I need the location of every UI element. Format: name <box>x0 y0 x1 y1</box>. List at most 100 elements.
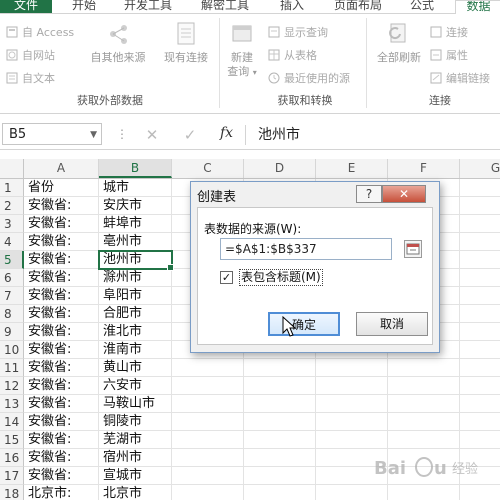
empty-cell[interactable] <box>460 341 500 359</box>
tab-page-layout[interactable]: 页面布局 <box>334 0 390 13</box>
row-header[interactable]: 5 <box>0 251 24 269</box>
row-header[interactable]: 3 <box>0 215 24 233</box>
empty-cell[interactable] <box>172 431 244 449</box>
cell-a[interactable]: 北京市: <box>24 485 99 500</box>
connections-button[interactable]: 连接 <box>430 24 468 41</box>
row-header[interactable]: 6 <box>0 269 24 287</box>
empty-cell[interactable] <box>460 269 500 287</box>
cell-a[interactable]: 安徽省: <box>24 287 99 305</box>
column-header-d[interactable]: D <box>244 159 316 178</box>
cell-b[interactable]: 淮北市 <box>99 323 172 341</box>
recent-sources-button[interactable]: 最近使用的源 <box>268 70 350 87</box>
empty-cell[interactable] <box>244 413 316 431</box>
cell-a[interactable]: 安徽省: <box>24 359 99 377</box>
cell-b[interactable]: 淮南市 <box>99 341 172 359</box>
row-header[interactable]: 16 <box>0 449 24 467</box>
empty-cell[interactable] <box>388 359 460 377</box>
empty-cell[interactable] <box>460 395 500 413</box>
empty-cell[interactable] <box>388 377 460 395</box>
cancel-button[interactable]: 取消 <box>356 312 428 336</box>
row-header[interactable]: 2 <box>0 197 24 215</box>
chevron-down-icon[interactable]: ▼ <box>90 124 97 146</box>
cell-a[interactable]: 安徽省: <box>24 395 99 413</box>
empty-cell[interactable] <box>388 485 460 500</box>
row-header[interactable]: 14 <box>0 413 24 431</box>
cell-b[interactable]: 安庆市 <box>99 197 172 215</box>
formula-bar-grip-icon[interactable]: ⋮ <box>116 127 128 141</box>
row-header[interactable]: 8 <box>0 305 24 323</box>
cell-a[interactable]: 安徽省: <box>24 197 99 215</box>
enter-formula-icon[interactable]: ✓ <box>180 125 200 145</box>
row-header[interactable]: 15 <box>0 431 24 449</box>
existing-connections-button[interactable]: 现有连接 <box>158 20 214 65</box>
cell-b[interactable]: 蚌埠市 <box>99 215 172 233</box>
refresh-all-button[interactable]: 全部刷新 <box>372 20 426 65</box>
empty-cell[interactable] <box>244 467 316 485</box>
tab-insert[interactable]: 插入 <box>280 0 310 13</box>
cell-b[interactable]: 黄山市 <box>99 359 172 377</box>
empty-cell[interactable] <box>388 431 460 449</box>
empty-cell[interactable] <box>460 251 500 269</box>
has-headers-label[interactable]: 表包含标题(M) <box>239 269 323 286</box>
cell-a[interactable]: 安徽省: <box>24 215 99 233</box>
empty-cell[interactable] <box>460 179 500 197</box>
cell-a[interactable]: 安徽省: <box>24 251 99 269</box>
tab-decrypt-tools[interactable]: 解密工具 <box>201 0 257 13</box>
cell-a[interactable]: 省份 <box>24 179 99 197</box>
empty-cell[interactable] <box>388 395 460 413</box>
row-header[interactable]: 12 <box>0 377 24 395</box>
properties-button[interactable]: 属性 <box>430 47 468 64</box>
cell-a[interactable]: 安徽省: <box>24 269 99 287</box>
cell-a[interactable]: 安徽省: <box>24 467 99 485</box>
column-header-c[interactable]: C <box>172 159 244 178</box>
empty-cell[interactable] <box>460 233 500 251</box>
empty-cell[interactable] <box>316 359 388 377</box>
row-header[interactable]: 4 <box>0 233 24 251</box>
empty-cell[interactable] <box>244 431 316 449</box>
empty-cell[interactable] <box>172 467 244 485</box>
row-header[interactable]: 17 <box>0 467 24 485</box>
tab-data[interactable]: 数据 <box>455 0 500 14</box>
empty-cell[interactable] <box>172 359 244 377</box>
has-headers-checkbox[interactable]: ✓ <box>220 271 233 284</box>
empty-cell[interactable] <box>460 197 500 215</box>
formula-input[interactable]: 池州市 <box>258 125 300 145</box>
empty-cell[interactable] <box>244 449 316 467</box>
cell-b[interactable]: 铜陵市 <box>99 413 172 431</box>
edit-links-button[interactable]: 编辑链接 <box>430 70 490 87</box>
row-header[interactable]: 11 <box>0 359 24 377</box>
empty-cell[interactable] <box>316 431 388 449</box>
empty-cell[interactable] <box>316 377 388 395</box>
cell-b[interactable]: 芜湖市 <box>99 431 172 449</box>
select-all-corner[interactable] <box>0 159 24 178</box>
empty-cell[interactable] <box>244 395 316 413</box>
tab-formulas[interactable]: 公式 <box>410 0 440 13</box>
empty-cell[interactable] <box>388 413 460 431</box>
empty-cell[interactable] <box>460 485 500 500</box>
cell-b[interactable]: 滁州市 <box>99 269 172 287</box>
empty-cell[interactable] <box>460 323 500 341</box>
empty-cell[interactable] <box>316 485 388 500</box>
close-button[interactable]: ✕ <box>382 185 426 203</box>
row-header[interactable]: 7 <box>0 287 24 305</box>
empty-cell[interactable] <box>460 359 500 377</box>
show-queries-button[interactable]: 显示查询 <box>268 24 328 41</box>
column-header-e[interactable]: E <box>316 159 388 178</box>
from-table-button[interactable]: 从表格 <box>268 47 317 64</box>
tab-file[interactable]: 文件 <box>0 0 52 13</box>
cell-a[interactable]: 安徽省: <box>24 341 99 359</box>
row-header[interactable]: 1 <box>0 179 24 197</box>
cell-b[interactable]: 马鞍山市 <box>99 395 172 413</box>
empty-cell[interactable] <box>316 413 388 431</box>
empty-cell[interactable] <box>460 377 500 395</box>
empty-cell[interactable] <box>172 395 244 413</box>
selected-cell-b[interactable]: 池州市 <box>98 250 174 271</box>
row-header[interactable]: 9 <box>0 323 24 341</box>
cell-a[interactable]: 安徽省: <box>24 449 99 467</box>
row-header[interactable]: 13 <box>0 395 24 413</box>
cell-b[interactable]: 北京市 <box>99 485 172 500</box>
from-other-sources-button[interactable]: 自其他来源 <box>86 20 150 65</box>
cell-b[interactable]: 六安市 <box>99 377 172 395</box>
row-header[interactable]: 10 <box>0 341 24 359</box>
empty-cell[interactable] <box>172 485 244 500</box>
